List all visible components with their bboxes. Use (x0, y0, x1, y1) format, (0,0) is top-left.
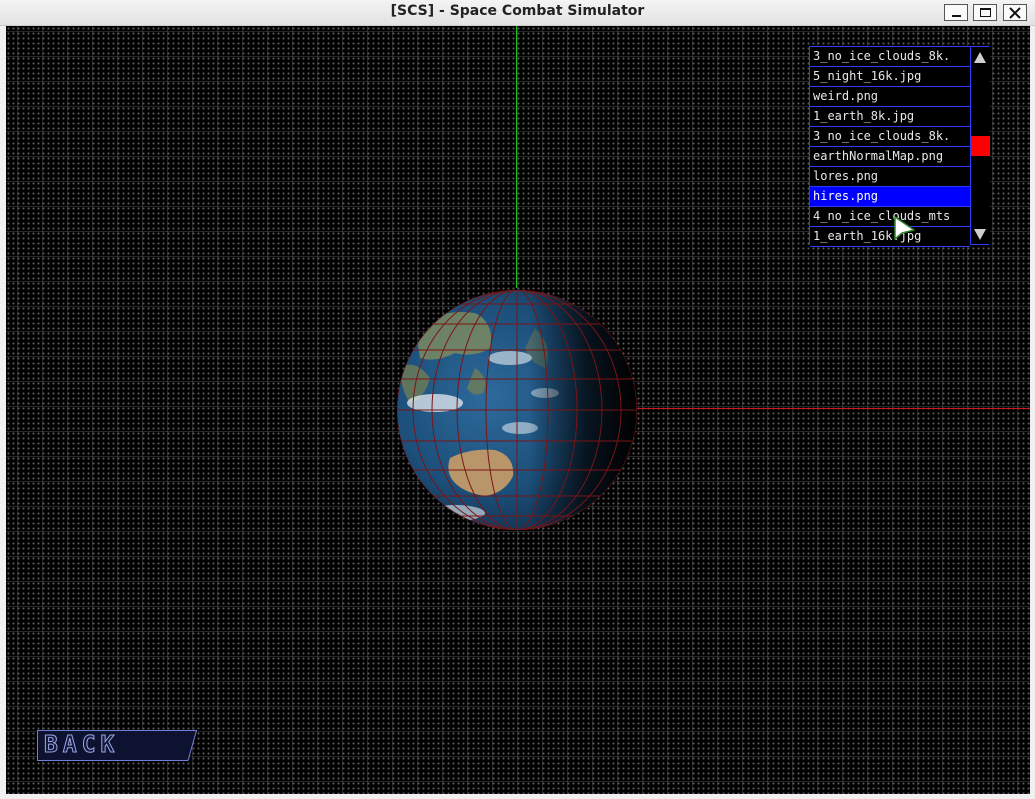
list-item[interactable]: weird.png (810, 87, 970, 107)
list-item-selected[interactable]: hires.png (810, 187, 970, 207)
list-item[interactable]: 4_no_ice_clouds_mts (810, 207, 970, 227)
maximize-icon[interactable] (973, 4, 997, 21)
triangle-down-icon[interactable] (974, 229, 986, 240)
triangle-up-icon[interactable] (974, 52, 986, 63)
list-item[interactable]: lores.png (810, 167, 970, 187)
list-item[interactable]: 3_no_ice_clouds_8k. (810, 127, 970, 147)
texture-list-items: 3_no_ice_clouds_8k. 5_night_16k.jpg weir… (810, 47, 970, 247)
list-scrollbar[interactable] (970, 47, 990, 244)
window-title: [SCS] - Space Combat Simulator (390, 3, 645, 19)
x-axis-line (636, 408, 1030, 409)
y-axis-line (516, 26, 517, 288)
list-item[interactable]: 1_earth_8k.jpg (810, 107, 970, 127)
title-bar: [SCS] - Space Combat Simulator (0, 0, 1035, 26)
scrollbar-thumb[interactable] (971, 136, 990, 156)
back-button-label: BACK (43, 732, 120, 759)
list-item[interactable]: 5_night_16k.jpg (810, 67, 970, 87)
list-item[interactable]: earthNormalMap.png (810, 147, 970, 167)
minimize-icon[interactable] (944, 4, 968, 21)
list-item[interactable]: 1_earth_16k.jpg (810, 227, 970, 247)
list-item[interactable]: 3_no_ice_clouds_8k. (810, 47, 970, 67)
back-button[interactable]: BACK (37, 730, 197, 761)
mouse-pointer-icon (894, 216, 916, 246)
3d-viewport[interactable]: 3_no_ice_clouds_8k. 5_night_16k.jpg weir… (6, 26, 1030, 794)
close-icon[interactable] (1003, 4, 1027, 21)
earth-globe[interactable] (395, 288, 639, 532)
